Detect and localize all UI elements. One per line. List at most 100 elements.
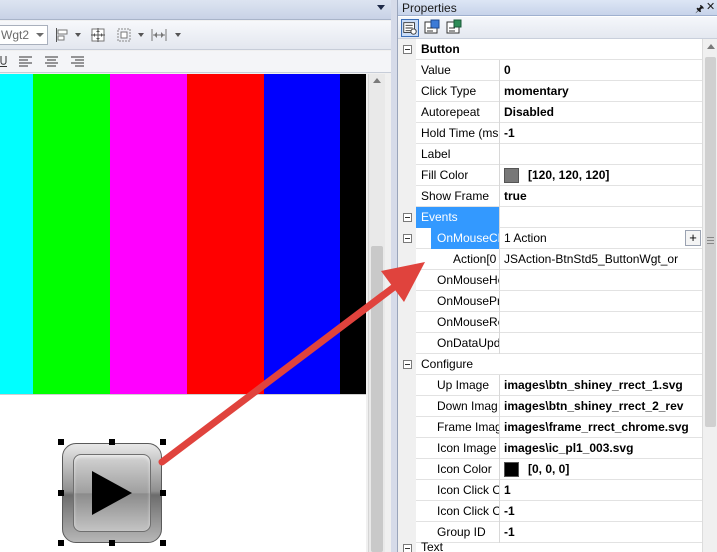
column-divider [499,123,500,144]
resize-handle[interactable] [109,439,115,445]
row-gutter [398,81,416,102]
column-divider [499,249,500,270]
property-row-hold-time[interactable]: Hold Time (ms -1 [398,123,702,144]
collapse-icon[interactable] [403,360,412,369]
property-value[interactable]: images\btn_shiney_rrect_2_rev [504,396,702,417]
collapse-icon[interactable] [403,213,412,222]
property-value[interactable]: true [504,186,702,207]
layout-toolbar: Wgt2 [0,21,391,50]
color-swatch[interactable] [504,462,519,477]
property-row-icon-color[interactable]: Icon Color [0, 0, 0] [398,459,702,480]
chevron-down-icon[interactable] [377,5,385,10]
property-row-frame-image[interactable]: Frame Imag images\frame_rrect_chrome.svg [398,417,702,438]
custom-view-icon[interactable] [445,19,463,37]
property-value[interactable]: Disabled [504,102,702,123]
add-action-button[interactable]: + [685,230,701,246]
resize-handle[interactable] [109,540,115,546]
property-row-action[interactable]: Action[0 JSAction-BtnStd5_ButtonWgt_or [398,249,702,270]
properties-scrollbar[interactable] [702,39,717,552]
resize-handle[interactable] [160,439,166,445]
chevron-down-icon[interactable] [75,33,81,37]
property-row-on-data-update[interactable]: OnDataUpd [398,333,702,354]
property-row-on-mouse-press[interactable]: OnMousePr [398,291,702,312]
property-row-click-type[interactable]: Click Type momentary [398,81,702,102]
resize-handle[interactable] [58,439,64,445]
center-icon[interactable] [90,27,106,43]
property-name: Icon Click O [437,504,499,518]
property-value[interactable] [504,270,702,291]
color-bar [0,74,33,394]
scroll-thumb[interactable] [371,246,383,552]
chevron-down-icon[interactable] [175,33,181,37]
align-text-right-icon[interactable] [71,56,85,68]
property-row-icon-click-o2[interactable]: Icon Click O -1 [398,501,702,522]
property-value[interactable]: 0 [504,60,702,81]
property-name: Label [421,147,451,161]
property-value[interactable]: 1 [504,480,702,501]
property-row-group-id[interactable]: Group ID -1 [398,522,702,543]
resize-handle[interactable] [160,540,166,546]
row-gutter [398,480,416,501]
row-gutter [398,438,416,459]
property-value[interactable] [504,291,702,312]
property-value[interactable] [504,144,702,165]
property-value[interactable]: [120, 120, 120] [528,165,702,186]
category-button[interactable]: Button [398,39,702,60]
property-value[interactable] [504,312,702,333]
column-divider [499,480,500,501]
distribute-icon[interactable] [116,27,132,43]
property-row-fill-color[interactable]: Fill Color [120, 120, 120] [398,165,702,186]
property-value[interactable]: 1 Action [504,228,702,249]
property-value[interactable]: momentary [504,81,702,102]
resize-handle[interactable] [58,540,64,546]
chevron-down-icon[interactable] [138,33,144,37]
spacing-icon[interactable] [151,27,167,43]
widget-select[interactable]: Wgt2 [0,25,48,45]
underline-icon[interactable] [0,55,8,69]
property-value[interactable] [504,333,702,354]
category-events[interactable]: Events [398,207,702,228]
align-text-center-icon[interactable] [45,56,59,68]
property-row-value[interactable]: Value 0 [398,60,702,81]
property-row-up-image[interactable]: Up Image images\btn_shiney_rrect_1.svg [398,375,702,396]
align-text-left-icon[interactable] [19,56,33,68]
events-view-icon[interactable] [423,19,441,37]
play-button-widget[interactable] [62,443,162,543]
collapse-icon[interactable] [403,234,412,243]
property-value[interactable]: images\ic_pl1_003.svg [504,438,702,459]
properties-title: Properties [402,1,457,15]
align-left-icon[interactable] [55,27,71,43]
resize-handle[interactable] [160,490,166,496]
property-value[interactable]: images\btn_shiney_rrect_1.svg [504,375,702,396]
property-row-icon-image[interactable]: Icon Image images\ic_pl1_003.svg [398,438,702,459]
property-value[interactable]: JSAction-BtnStd5_ButtonWgt_or [504,249,702,270]
property-row-on-mouse-hold[interactable]: OnMouseHo [398,270,702,291]
category-text[interactable]: Text [398,540,702,552]
property-value[interactable]: -1 [504,522,702,543]
property-row-on-mouse-release[interactable]: OnMouseRe [398,312,702,333]
collapse-icon[interactable] [403,544,412,552]
property-value[interactable]: [0, 0, 0] [528,459,702,480]
property-value[interactable]: -1 [504,123,702,144]
property-value[interactable]: -1 [504,501,702,522]
color-swatch[interactable] [504,168,519,183]
resize-handle[interactable] [58,490,64,496]
scroll-up-icon[interactable] [707,44,715,49]
color-bar [110,74,187,394]
close-icon[interactable]: ✕ [706,0,715,13]
property-value[interactable]: images\frame_rrect_chrome.svg [504,417,702,438]
canvas-scrollbar[interactable] [368,74,385,552]
properties-view-icon[interactable] [401,19,419,37]
property-row-label[interactable]: Label [398,144,702,165]
property-row-icon-click-o1[interactable]: Icon Click O 1 [398,480,702,501]
property-row-down-image[interactable]: Down Imag images\btn_shiney_rrect_2_rev [398,396,702,417]
collapse-icon[interactable] [403,45,412,54]
color-bar [187,74,264,394]
design-canvas[interactable] [0,74,366,552]
property-row-autorepeat[interactable]: Autorepeat Disabled [398,102,702,123]
property-row-show-frame[interactable]: Show Frame true [398,186,702,207]
category-configure[interactable]: Configure [398,354,702,375]
scroll-up-icon[interactable] [373,78,381,83]
property-row-on-mouse-click[interactable]: OnMouseCl 1 Action + [398,228,702,249]
color-bar-image[interactable] [0,74,366,394]
